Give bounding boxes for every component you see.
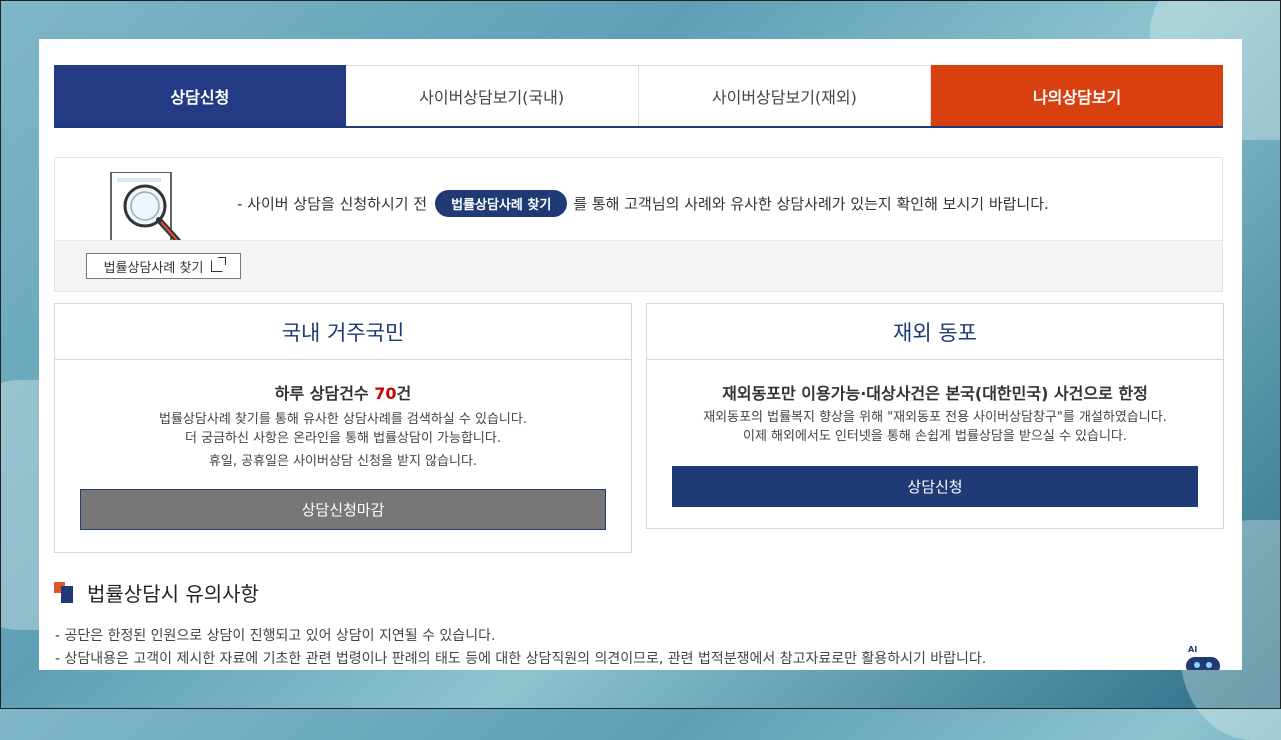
external-link-icon — [211, 257, 227, 272]
daily-limit-suffix: 건 — [396, 384, 412, 403]
case-search-button[interactable]: 법률상담사례 찾기 — [86, 253, 241, 279]
caution-heading: 법률상담시 유의사항 — [54, 578, 259, 607]
daily-limit-prefix: 하루 상담건수 — [274, 384, 369, 403]
main-panel: 상담신청 사이버상담보기(국내) 사이버상담보기(재외) 나의상담보기 - 사이… — [39, 39, 1242, 670]
tab-cyber-domestic[interactable]: 사이버상담보기(국내) — [345, 65, 639, 126]
domestic-line-1: 법률상담사례 찾기를 통해 유사한 상담사례를 검색하실 수 있습니다. — [159, 412, 527, 427]
notice-text-before: - 사이버 상담을 신청하시기 전 — [237, 195, 428, 213]
notice-text: - 사이버 상담을 신청하시기 전 법률상담사례 찾기 를 통해 고객님의 사례… — [237, 190, 1049, 217]
overseas-apply-button[interactable]: 상담신청 — [672, 466, 1198, 507]
notice-text-after: 를 통해 고객님의 사례와 유사한 상담사례가 있는지 확인해 보시기 바랍니다… — [573, 195, 1049, 213]
case-search-pill: 법률상담사례 찾기 — [435, 190, 568, 217]
notice-box: - 사이버 상담을 신청하시기 전 법률상담사례 찾기 를 통해 고객님의 사례… — [54, 157, 1223, 292]
case-search-button-label: 법률상담사례 찾기 — [103, 260, 204, 276]
domestic-line-2: 더 궁금하신 사항은 온라인을 통해 법률상담이 가능합니다. — [185, 431, 501, 446]
caution-item: - 상담내용은 고객이 제시한 자료에 기초한 관련 법령이나 판례의 태도 등… — [55, 651, 987, 667]
domestic-title: 국내 거주국민 — [55, 304, 631, 360]
overseas-card: 재외 동포 재외동포만 이용가능·대상사건은 본국(대한민국) 사건으로 한정 … — [646, 303, 1224, 529]
domestic-card: 국내 거주국민 하루 상담건수 70건 법률상담사례 찾기를 통해 유사한 상담… — [54, 303, 632, 553]
caution-item: - 공단은 한정된 인원으로 상담이 진행되고 있어 상담이 지연될 수 있습니… — [55, 628, 496, 644]
overseas-title: 재외 동포 — [647, 304, 1223, 360]
tab-bar: 상담신청 사이버상담보기(국내) 사이버상담보기(재외) 나의상담보기 — [54, 65, 1223, 128]
section-marker-icon — [54, 582, 75, 603]
tab-my-consultations[interactable]: 나의상담보기 — [931, 65, 1223, 126]
ai-badge-label: AI — [1188, 645, 1197, 654]
overseas-line-2: 이제 해외에서도 인터넷을 통해 손쉽게 법률상담을 받으실 수 있습니다. — [742, 429, 1128, 444]
caution-list: - 공단은 한정된 인원으로 상담이 진행되고 있어 상담이 지연될 수 있습니… — [55, 625, 986, 670]
document-search-icon — [110, 172, 182, 242]
daily-limit-count: 70 — [374, 384, 397, 403]
tab-cyber-overseas[interactable]: 사이버상담보기(재외) — [638, 65, 932, 126]
caution-title: 법률상담시 유의사항 — [87, 582, 259, 606]
overseas-subtitle: 재외동포만 이용가능·대상사건은 본국(대한민국) 사건으로 한정 — [722, 384, 1148, 403]
domestic-line-3: 휴일, 공휴일은 사이버상담 신청을 받지 않습니다. — [208, 454, 478, 469]
tab-apply[interactable]: 상담신청 — [54, 65, 346, 126]
daily-limit: 하루 상담건수 70건 — [55, 380, 631, 404]
ai-chatbot-icon[interactable]: AI — [1182, 644, 1222, 670]
apply-closed-button[interactable]: 상담신청마감 — [80, 489, 606, 530]
notice-footer: 법률상담사례 찾기 — [55, 240, 1222, 291]
overseas-line-1: 재외동포의 법률복지 향상을 위해 "재외동포 전용 사이버상담창구"를 개설하… — [703, 410, 1167, 425]
